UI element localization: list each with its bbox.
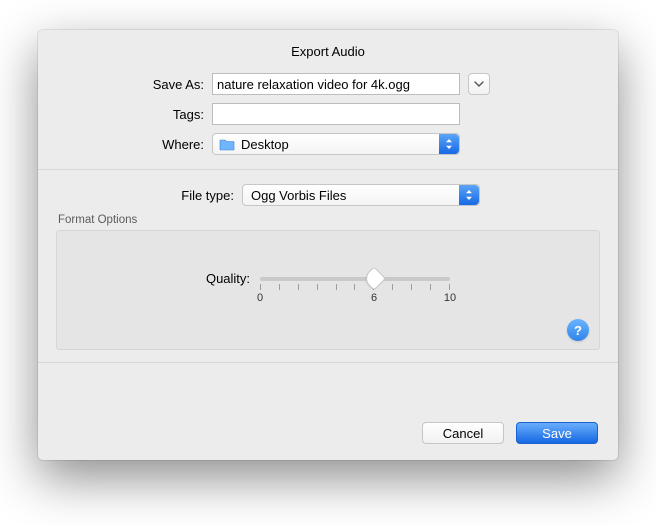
- row-save-as: Save As:: [38, 73, 618, 95]
- where-value: Desktop: [241, 137, 459, 152]
- label-save-as: Save As:: [38, 77, 212, 92]
- label-format-options: Format Options: [58, 214, 618, 226]
- label-tags: Tags:: [38, 107, 212, 122]
- tick-label-0: 0: [257, 292, 263, 304]
- cancel-button[interactable]: Cancel: [422, 422, 504, 444]
- expand-location-button[interactable]: [468, 73, 490, 95]
- section-top: Export Audio Save As: Tags: Where: Deskt…: [38, 30, 618, 170]
- file-type-select[interactable]: Ogg Vorbis Files: [242, 184, 480, 206]
- label-filetype: File type:: [38, 188, 242, 203]
- slider-track: [260, 277, 450, 281]
- tick-label-6: 6: [371, 292, 377, 304]
- save-button[interactable]: Save: [516, 422, 598, 444]
- help-icon: ?: [574, 323, 582, 338]
- label-where: Where:: [38, 137, 212, 152]
- help-button[interactable]: ?: [567, 319, 589, 341]
- export-sheet: Export Audio Save As: Tags: Where: Deskt…: [38, 30, 618, 460]
- folder-icon: [219, 138, 235, 151]
- row-quality: Quality: 0 6 10: [57, 269, 599, 306]
- slider-ticks: [260, 284, 450, 290]
- slider-tick-labels: 0 6 10: [260, 292, 450, 306]
- footer: Cancel Save: [38, 406, 618, 460]
- updown-icon: [445, 138, 453, 150]
- row-where: Where: Desktop: [38, 133, 618, 155]
- sheet-title: Export Audio: [38, 44, 618, 59]
- section-mid: File type: Ogg Vorbis Files Format Optio…: [38, 170, 618, 363]
- tick-label-10: 10: [444, 292, 456, 304]
- updown-icon: [465, 189, 473, 201]
- cancel-button-label: Cancel: [443, 426, 483, 441]
- chevron-down-icon: [474, 81, 484, 87]
- format-options-box: Quality: 0 6 10: [56, 230, 600, 350]
- quality-slider[interactable]: 0 6 10: [260, 269, 450, 306]
- label-quality: Quality:: [206, 269, 260, 286]
- save-as-input[interactable]: [212, 73, 460, 95]
- select-arrow-cap: [439, 134, 459, 154]
- where-select[interactable]: Desktop: [212, 133, 460, 155]
- select-arrow-cap: [459, 185, 479, 205]
- tags-input[interactable]: [212, 103, 460, 125]
- filetype-value: Ogg Vorbis Files: [251, 188, 479, 203]
- row-filetype: File type: Ogg Vorbis Files: [38, 184, 618, 206]
- save-button-label: Save: [542, 426, 572, 441]
- row-tags: Tags:: [38, 103, 618, 125]
